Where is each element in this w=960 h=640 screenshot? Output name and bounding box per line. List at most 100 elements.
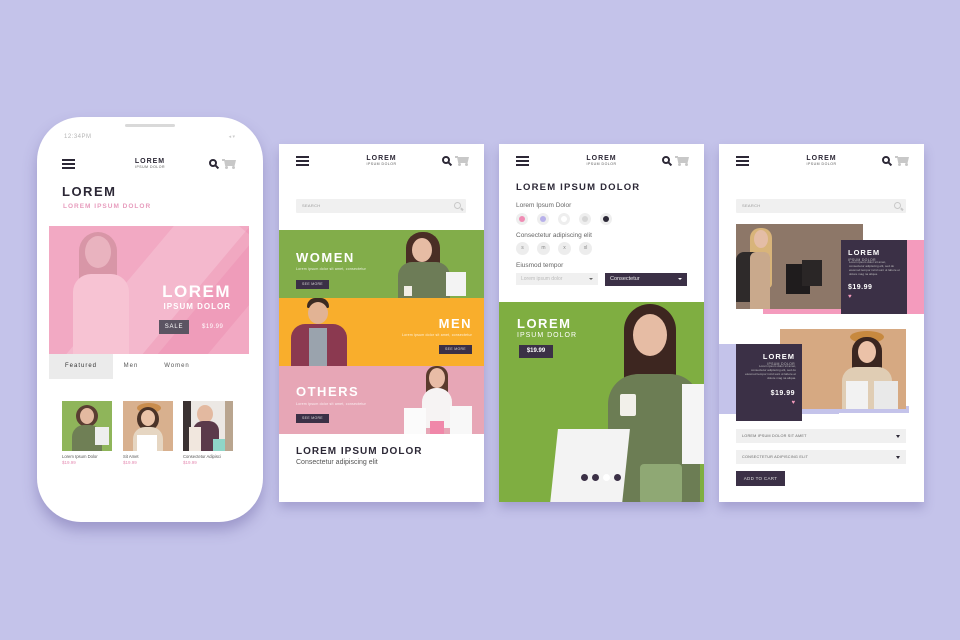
dropdown-2[interactable]: CONSECTETUR ADIPISCING ELIT [736, 450, 906, 464]
color-swatch-black[interactable] [600, 213, 612, 225]
favorite-heart-icon[interactable]: ♥ [848, 294, 900, 300]
search-icon[interactable] [454, 202, 461, 209]
app-header: LOREM IPSUM DOLOR [719, 144, 924, 174]
app-header: LOREM IPSUM DOLOR [37, 147, 263, 177]
search-icon[interactable] [209, 159, 217, 167]
category-others[interactable]: OTHERS Lorem ipsum dolor sit amet, conse… [279, 366, 484, 434]
product-info-card-2[interactable]: LOREM IPSUM DOLOR Lorem ipsum dolor sit … [736, 344, 802, 421]
hero-subtitle: IPSUM DOLOR [163, 302, 231, 311]
phone-screen-home: 12:34PM ◂ ▾ LOREM IPSUM DOLOR LOREM LORE… [37, 117, 263, 522]
logo-sub-text: IPSUM DOLOR [806, 162, 837, 166]
status-time: 12:34PM [64, 134, 92, 140]
search-input[interactable]: SEARCH [736, 199, 906, 213]
cart-icon[interactable] [895, 156, 909, 166]
tab-featured[interactable]: Featured [49, 354, 113, 379]
category-subtitle: Lorem ipsum dolor sit amet, consectetur [296, 402, 367, 406]
search-placeholder: SEARCH [742, 203, 761, 208]
category-title: OTHERS [296, 384, 360, 399]
product-info-card-1[interactable]: LOREM IPSUM DOLOR Lorem ipsum dolor sit … [841, 240, 907, 314]
phone-speaker [125, 124, 175, 127]
color-swatch-pink[interactable] [516, 213, 528, 225]
search-icon[interactable] [882, 156, 890, 164]
logo-sub-text: IPSUM DOLOR [366, 162, 397, 166]
size-option-m[interactable]: m [537, 242, 550, 255]
product-card[interactable]: Consectetur Adipisci $19.99 [183, 401, 233, 465]
product-price: $19.99 [123, 460, 137, 465]
screen-product-detail: LOREM IPSUM DOLOR LOREM IPSUM DOLOR Lore… [499, 144, 704, 502]
hero-price: $19.99 [202, 324, 224, 330]
tab-women[interactable]: Women [155, 354, 199, 379]
promo-subtitle: IPSUM DOLOR [517, 332, 578, 339]
search-icon[interactable] [442, 156, 450, 164]
option-select-1[interactable]: Lorem ipsum dolor [516, 273, 598, 285]
screen-product-list: LOREM IPSUM DOLOR SEARCH LOREM IPSUM DOL… [719, 144, 924, 502]
option-select-2[interactable]: Consectetur [605, 273, 687, 286]
women-model-image [394, 232, 466, 298]
product-name: Sit Amet [123, 454, 139, 459]
carousel-dot[interactable] [614, 474, 621, 481]
color-swatch-white[interactable] [558, 213, 570, 225]
category-men[interactable]: MEN Lorem ipsum dolor sit amet, consecte… [279, 298, 484, 366]
brand-logo[interactable]: LOREM IPSUM DOLOR [366, 155, 396, 167]
select-label: Eiusmod tempor [516, 262, 564, 269]
logo-main-text: LOREM [366, 155, 397, 162]
see-more-button[interactable]: SEE MORE [296, 280, 329, 289]
category-title: WOMEN [296, 250, 355, 265]
decor-pink-block [906, 240, 924, 314]
promo-price: $19.99 [519, 345, 553, 358]
page-title: LOREM [62, 184, 117, 199]
carousel-dot-active[interactable] [603, 474, 610, 481]
product-card[interactable]: Sit Amet $19.99 [123, 401, 173, 465]
category-subtitle: Lorem ipsum dolor sit amet, consectetur [401, 333, 472, 337]
menu-icon[interactable] [516, 156, 529, 166]
product-image [183, 401, 233, 451]
search-input[interactable]: SEARCH [296, 199, 466, 213]
cart-icon[interactable] [222, 159, 236, 169]
product-title: LOREM IPSUM DOLOR [516, 182, 641, 193]
menu-icon[interactable] [296, 156, 309, 166]
page-subtitle: LOREM IPSUM DOLOR [63, 203, 152, 210]
product-title: LOREM [762, 352, 795, 361]
brand-logo[interactable]: LOREM IPSUM DOLOR [135, 158, 165, 170]
color-swatch-gray[interactable] [579, 213, 591, 225]
brand-logo[interactable]: LOREM IPSUM DOLOR [586, 155, 616, 167]
search-icon[interactable] [662, 156, 670, 164]
cart-icon[interactable] [455, 156, 469, 166]
favorite-heart-icon[interactable]: ♥ [743, 400, 795, 406]
promo-banner[interactable]: LOREM IPSUM DOLOR $19.99 [499, 302, 704, 502]
product-card[interactable]: Lorem Ipsum Dolor $19.99 [62, 401, 112, 465]
brand-logo[interactable]: LOREM IPSUM DOLOR [806, 155, 836, 167]
logo-sub-text: IPSUM DOLOR [586, 162, 617, 166]
size-label: Consectetur adipiscing elit [516, 232, 592, 239]
product-price: $19.99 [62, 460, 76, 465]
carousel-dot[interactable] [592, 474, 599, 481]
tab-men[interactable]: Men [113, 354, 149, 379]
see-more-button[interactable]: SEE MORE [439, 345, 472, 354]
size-option-xl[interactable]: xl [579, 242, 592, 255]
product-image [123, 401, 173, 451]
logo-main-text: LOREM [806, 155, 837, 162]
carousel-dot[interactable] [581, 474, 588, 481]
promo-model-image [550, 304, 704, 502]
logo-main-text: LOREM [134, 158, 166, 165]
color-label: Lorem Ipsum Dolor [516, 202, 572, 209]
search-icon[interactable] [894, 202, 901, 209]
logo-main-text: LOREM [586, 155, 617, 162]
cart-icon[interactable] [675, 156, 689, 166]
section-title: LOREM IPSUM DOLOR [296, 446, 423, 457]
category-women[interactable]: WOMEN Lorem ipsum dolor sit amet, consec… [279, 230, 484, 298]
hero-banner[interactable]: LOREM IPSUM DOLOR SALE $19.99 [49, 226, 249, 354]
menu-icon[interactable] [62, 159, 75, 169]
section-subtitle: Consectetur adipiscing elit [296, 459, 378, 466]
size-option-s[interactable]: s [516, 242, 529, 255]
see-more-button[interactable]: SEE MORE [296, 414, 329, 423]
app-header: LOREM IPSUM DOLOR [279, 144, 484, 174]
size-option-x[interactable]: x [558, 242, 571, 255]
add-to-cart-button[interactable]: ADD TO CART [736, 471, 785, 486]
dropdown-1[interactable]: LOREM IPSUM DOLOR SIT AMET [736, 429, 906, 443]
screen-categories: LOREM IPSUM DOLOR SEARCH WOMEN Lorem ips… [279, 144, 484, 502]
menu-icon[interactable] [736, 156, 749, 166]
color-swatch-lavender[interactable] [537, 213, 549, 225]
product-title: LOREM [848, 248, 881, 257]
product-price: $19.99 [848, 284, 873, 291]
